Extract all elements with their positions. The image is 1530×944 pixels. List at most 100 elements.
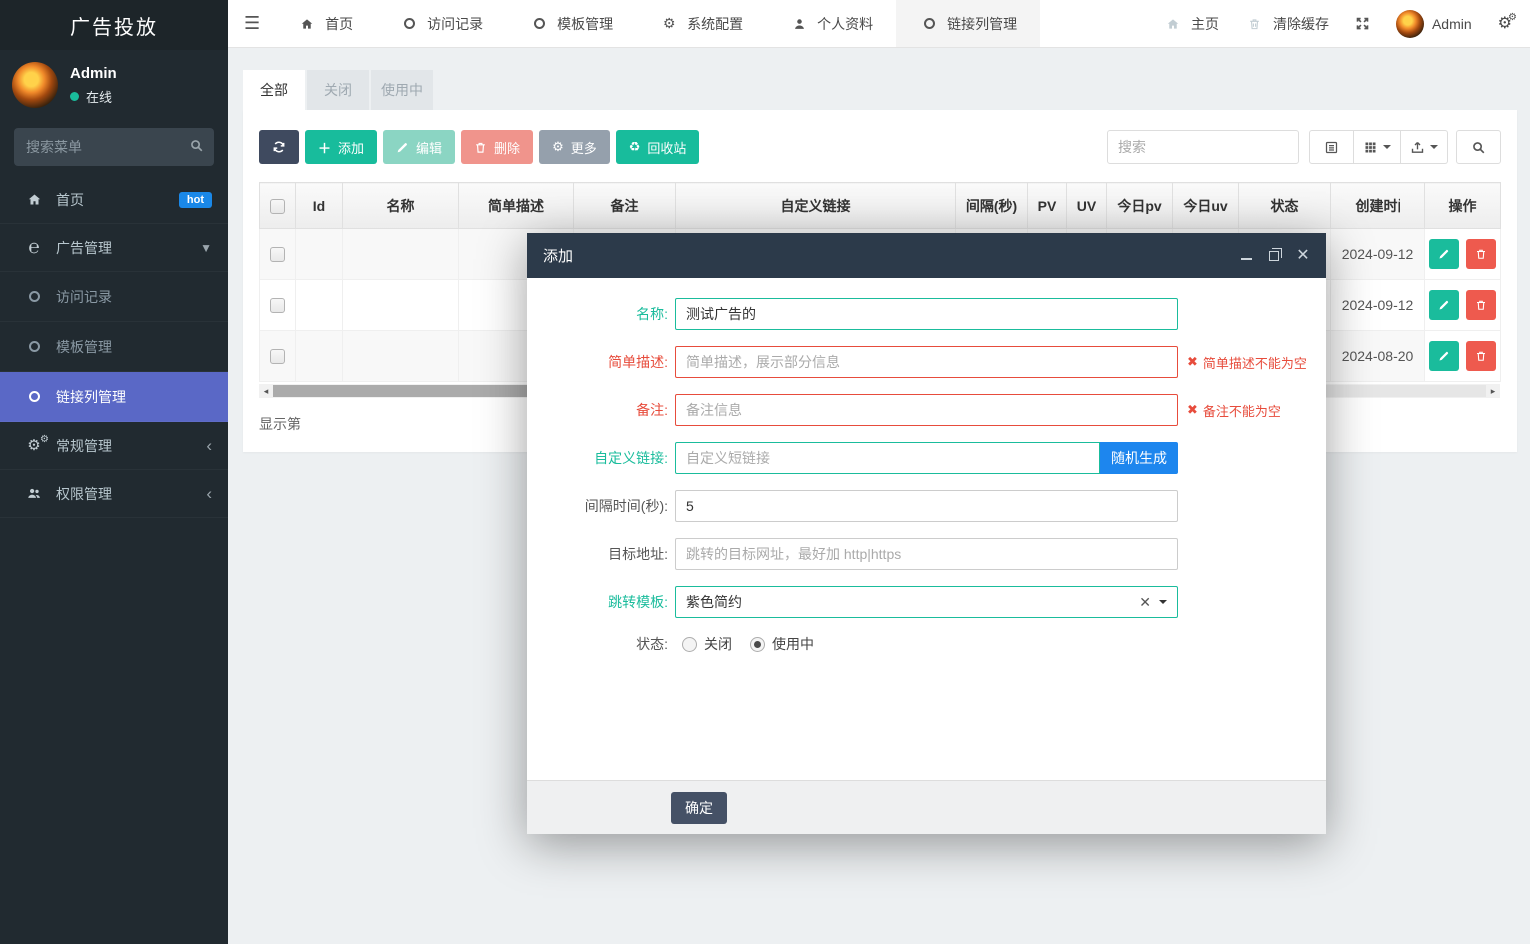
- sidebar-item-ads[interactable]: ℮ 广告管理 ▼: [0, 224, 228, 272]
- clear-selection-icon[interactable]: ✕: [1139, 594, 1151, 611]
- sidebar-item-label: 常规管理: [56, 437, 112, 454]
- row-checkbox[interactable]: [270, 349, 285, 365]
- interval-label: 间隔时间(秒):: [584, 498, 668, 514]
- pencil-icon: [397, 142, 408, 152]
- col-header-created[interactable]: 创建时间: [1330, 182, 1425, 229]
- template-label: 跳转模板:: [608, 594, 668, 610]
- col-header-custom-link[interactable]: 自定义链接: [675, 182, 956, 229]
- nav-tab-visit-log[interactable]: 访问记录: [376, 0, 506, 47]
- remark-field[interactable]: [675, 394, 1178, 426]
- settings-gear-icon[interactable]: ⚙: [1498, 13, 1518, 32]
- refresh-button[interactable]: [259, 130, 299, 164]
- home-icon: [297, 17, 317, 31]
- nav-home-link[interactable]: 主页: [1163, 14, 1219, 34]
- col-header-today-pv[interactable]: 今日pv: [1106, 182, 1173, 229]
- row-delete-button[interactable]: [1466, 290, 1497, 320]
- nav-tab-home[interactable]: 首页: [274, 0, 376, 47]
- sidebar-item-label: 访问记录: [56, 288, 112, 305]
- sidebar-item-label: 广告管理: [56, 239, 112, 256]
- circle-icon: [24, 391, 44, 402]
- chevron-left-icon: ‹: [206, 436, 212, 455]
- nav-tab-profile[interactable]: 个人资料: [766, 0, 896, 47]
- nav-user-menu[interactable]: Admin: [1395, 9, 1472, 38]
- export-button[interactable]: [1401, 130, 1448, 164]
- target-field[interactable]: [675, 538, 1178, 570]
- desc-error: ✖ 简单描述不能为空: [1187, 354, 1307, 371]
- desc-field[interactable]: [675, 346, 1178, 378]
- nav-tab-label: 访问记录: [427, 15, 484, 32]
- menu-search-input[interactable]: [14, 128, 214, 166]
- col-header-name[interactable]: 名称: [342, 182, 459, 229]
- toolbar: ＋添加 编辑 删除 ⚙ 更多 ♻ 回收站: [259, 130, 1501, 164]
- select-all-checkbox[interactable]: [270, 198, 285, 214]
- recycle-icon: ♻: [628, 139, 641, 154]
- detail-view-button[interactable]: [1309, 130, 1354, 164]
- col-header-pv[interactable]: PV: [1027, 182, 1067, 229]
- trash-icon: [1477, 249, 1486, 259]
- col-header-remark[interactable]: 备注: [573, 182, 676, 229]
- user-status: 在线: [86, 89, 113, 105]
- col-header-today-uv[interactable]: 今日uv: [1172, 182, 1239, 229]
- row-delete-button[interactable]: [1466, 341, 1497, 371]
- pencil-icon: [1439, 249, 1448, 259]
- radio-inuse[interactable]: 使用中: [750, 634, 814, 654]
- close-icon[interactable]: ✕: [1296, 247, 1310, 263]
- dialog-header[interactable]: 添加 ✕: [527, 233, 1326, 278]
- interval-field[interactable]: [675, 490, 1178, 522]
- caret-down-icon: [1383, 145, 1391, 153]
- search-button[interactable]: [1456, 130, 1501, 164]
- columns-button[interactable]: [1354, 130, 1401, 164]
- random-generate-button[interactable]: 随机生成: [1100, 442, 1178, 474]
- filter-tab-closed[interactable]: 关闭: [307, 70, 369, 110]
- sidebar-item-template-mgmt[interactable]: 模板管理: [0, 322, 228, 372]
- hamburger-icon[interactable]: ☰: [228, 13, 274, 34]
- sidebar-item-general[interactable]: ⚙ 常规管理 ‹: [0, 422, 228, 470]
- minimize-icon[interactable]: [1241, 252, 1252, 260]
- add-button[interactable]: ＋添加: [305, 130, 378, 164]
- table-search-input[interactable]: [1107, 130, 1299, 164]
- sidebar-item-home[interactable]: 首页 hot: [0, 176, 228, 224]
- recycle-bin-button[interactable]: ♻ 回收站: [615, 130, 700, 164]
- col-header-uv[interactable]: UV: [1066, 182, 1107, 229]
- plus-icon: ＋: [318, 140, 332, 156]
- row-checkbox[interactable]: [270, 247, 285, 263]
- name-field[interactable]: [675, 298, 1178, 330]
- caret-down-icon: [1430, 145, 1438, 153]
- edit-button[interactable]: 编辑: [383, 130, 456, 164]
- more-button[interactable]: ⚙ 更多: [539, 130, 610, 164]
- remark-label: 备注:: [636, 402, 668, 418]
- row-edit-button[interactable]: [1428, 341, 1459, 371]
- nav-tab-link-mgmt[interactable]: 链接列管理: [896, 0, 1041, 47]
- sidebar-item-permissions[interactable]: 权限管理 ‹: [0, 470, 228, 518]
- row-edit-button[interactable]: [1428, 290, 1459, 320]
- col-header-interval[interactable]: 间隔(秒): [955, 182, 1028, 229]
- nav-clear-cache[interactable]: 清除缓存: [1245, 14, 1329, 34]
- user-name: Admin: [70, 64, 117, 82]
- nav-tab-template-mgmt[interactable]: 模板管理: [506, 0, 636, 47]
- scroll-left-arrow[interactable]: ◂: [259, 386, 273, 397]
- sidebar-item-label: 链接列管理: [56, 388, 126, 405]
- filter-tab-inuse[interactable]: 使用中: [371, 70, 433, 110]
- nav-tab-label: 链接列管理: [947, 15, 1018, 32]
- col-header-status[interactable]: 状态: [1238, 182, 1331, 229]
- row-delete-button[interactable]: [1466, 239, 1497, 269]
- sidebar-item-link-mgmt[interactable]: 链接列管理: [0, 372, 228, 422]
- confirm-button[interactable]: 确定: [671, 791, 727, 824]
- fullscreen-icon[interactable]: [1355, 16, 1370, 31]
- scroll-right-arrow[interactable]: ▸: [1486, 386, 1500, 397]
- delete-button[interactable]: 删除: [461, 130, 534, 164]
- maximize-icon[interactable]: [1269, 247, 1282, 261]
- target-label: 目标地址:: [608, 546, 668, 562]
- row-edit-button[interactable]: [1428, 239, 1459, 269]
- nav-tab-system-config[interactable]: ⚙ 系统配置: [636, 0, 766, 47]
- col-header-id[interactable]: Id: [295, 182, 343, 229]
- template-select[interactable]: 紫色简约 ✕: [675, 586, 1178, 618]
- sidebar-item-visit-log[interactable]: 访问记录: [0, 272, 228, 322]
- circle-icon: [399, 18, 419, 29]
- radio-closed[interactable]: 关闭: [682, 634, 732, 654]
- row-checkbox[interactable]: [270, 298, 285, 314]
- filter-tab-all[interactable]: 全部: [243, 70, 305, 110]
- col-header-desc[interactable]: 简单描述: [458, 182, 574, 229]
- custom-link-field[interactable]: [675, 442, 1100, 474]
- gear-icon: ⚙: [662, 15, 676, 31]
